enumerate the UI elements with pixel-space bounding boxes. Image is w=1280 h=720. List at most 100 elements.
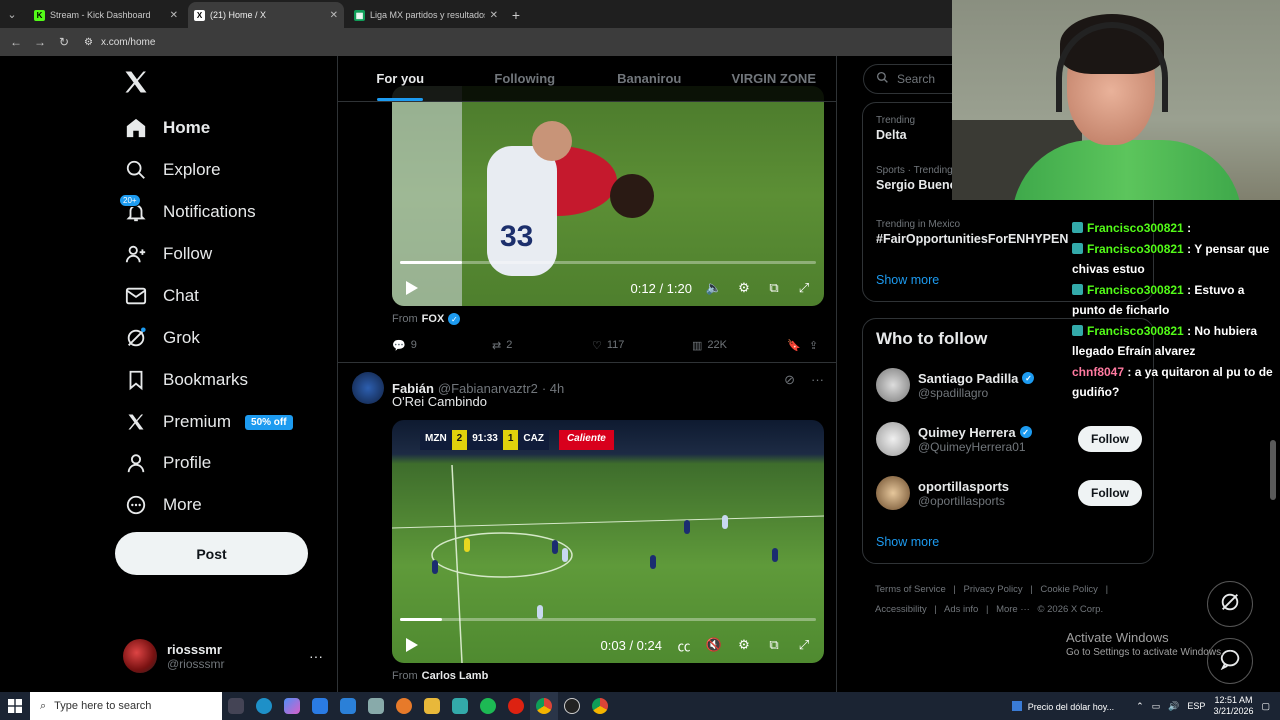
video-progress-bar[interactable] <box>400 618 816 621</box>
browser-tab-ligamx[interactable]: ▦ Liga MX partidos y resultados 2 ✕ <box>348 2 504 28</box>
close-tab-icon[interactable]: ✕ <box>170 10 178 21</box>
accessibility-link[interactable]: Accessibility <box>875 604 927 615</box>
trend-item[interactable]: Sports · Trending Sergio Bueno <box>876 165 957 192</box>
file-explorer-icon[interactable] <box>418 692 446 720</box>
chrome-icon[interactable] <box>530 692 558 720</box>
browser-tab-kick[interactable]: K Stream - Kick Dashboard ✕ <box>28 2 184 28</box>
spotify-icon[interactable] <box>474 692 502 720</box>
account-switcher[interactable]: riosssmr @riosssmr ··· <box>123 638 323 674</box>
post-video-player[interactable]: 33 0:12 / 1:20 🔈 ⚙ ⧉ ⤢ <box>392 86 824 306</box>
page-scrollbar[interactable] <box>1270 440 1276 500</box>
share-button[interactable]: ⇪ <box>809 339 818 352</box>
like-button[interactable]: ♡ 117 <box>592 339 692 352</box>
sidebar-item-more[interactable]: More <box>115 485 202 525</box>
sidebar-item-explore[interactable]: Explore <box>115 150 221 190</box>
close-tab-icon[interactable]: ✕ <box>330 10 338 21</box>
sidebar-item-grok[interactable]: Grok <box>115 318 200 358</box>
windows-start-icon[interactable] <box>0 692 30 720</box>
views-button[interactable]: ▥ 22K <box>692 339 787 352</box>
settings-gear-icon[interactable]: ⚙ <box>736 280 752 296</box>
bookmark-button[interactable]: 🔖 <box>787 339 809 352</box>
source-name[interactable]: Carlos Lamb <box>422 670 489 682</box>
trend-item[interactable]: Trending in Mexico #FairOpportunitiesFor… <box>876 219 1068 246</box>
task-view-icon[interactable] <box>222 692 250 720</box>
video-progress-bar[interactable] <box>400 261 816 264</box>
browser-tab-x-home[interactable]: X (21) Home / X ✕ <box>188 2 344 28</box>
reply-button[interactable]: 💬 9 <box>392 339 492 352</box>
follow-button[interactable]: Follow <box>1078 426 1142 452</box>
store-icon[interactable] <box>334 692 362 720</box>
sidebar-item-profile[interactable]: Profile <box>115 443 211 483</box>
tab-bananirou[interactable]: Bananirou <box>587 56 712 101</box>
clock[interactable]: 12:51 AM 3/21/2026 <box>1213 695 1253 717</box>
privacy-link[interactable]: Privacy Policy <box>964 584 1023 595</box>
more-dots-icon[interactable]: ··· <box>811 372 824 404</box>
news-widget[interactable]: Precio del dólar hoy... <box>1011 700 1114 712</box>
notification-center-icon[interactable]: ▢ <box>1261 701 1270 712</box>
forward-arrow-icon[interactable]: → <box>30 32 50 52</box>
source-name[interactable]: FOX <box>422 313 445 325</box>
tab-following[interactable]: Following <box>463 56 588 101</box>
sidebar-item-bookmarks[interactable]: Bookmarks <box>115 360 248 400</box>
url-field[interactable]: ⚙ x.com/home <box>84 32 952 52</box>
show-more-link[interactable]: Show more <box>876 273 939 287</box>
volume-icon[interactable]: 🔊 <box>1168 701 1179 712</box>
muted-volume-icon[interactable]: 🔇 <box>706 637 722 653</box>
repost-button[interactable]: ⇄ 2 <box>492 339 592 352</box>
fullscreen-icon[interactable]: ⤢ <box>796 280 812 296</box>
volume-icon[interactable]: 🔈 <box>706 280 722 296</box>
sidebar-item-home[interactable]: Home <box>115 108 210 148</box>
post-video-player[interactable]: MZN 2 91:33 1 CAZ Caliente 0:03 / 0:24 ㏄… <box>392 420 824 663</box>
settings-gear-icon[interactable]: ⚙ <box>736 637 752 653</box>
follow-suggestion[interactable]: oportillasports @oportillasports Follow <box>876 475 1142 511</box>
app-icon[interactable] <box>446 692 474 720</box>
sidebar-item-follow[interactable]: Follow <box>115 234 212 274</box>
sidebar-item-premium[interactable]: Premium 50% off <box>115 402 293 442</box>
back-arrow-icon[interactable]: ← <box>6 32 26 52</box>
ads-info-link[interactable]: Ads info <box>944 604 978 615</box>
network-icon[interactable]: ▭ <box>1152 701 1161 712</box>
opera-icon[interactable] <box>502 692 530 720</box>
trend-item[interactable]: Trending Delta <box>876 115 915 142</box>
fullscreen-icon[interactable]: ⤢ <box>796 637 812 653</box>
user-name: Quimey Herrera <box>918 424 1016 440</box>
captions-icon[interactable]: ㏄ <box>676 637 692 654</box>
post-time[interactable]: · 4h <box>542 381 564 396</box>
follow-button[interactable]: Follow <box>1078 480 1142 506</box>
post-button[interactable]: Post <box>115 532 308 575</box>
edge-icon[interactable] <box>250 692 278 720</box>
url-text: x.com/home <box>100 36 156 48</box>
site-info-icon[interactable]: ⚙ <box>84 37 93 48</box>
grok-explain-icon[interactable]: ⊘ <box>784 372 795 404</box>
follow-suggestion[interactable]: Quimey Herrera ✓ @QuimeyHerrera01 Follow <box>876 421 1142 457</box>
tab-virgin-zone[interactable]: VIRGIN ZONE <box>712 56 837 101</box>
pip-icon[interactable]: ⧉ <box>766 280 782 296</box>
pip-icon[interactable]: ⧉ <box>766 637 782 653</box>
sidebar-item-chat[interactable]: Chat <box>115 276 199 316</box>
tab-for-you[interactable]: For you <box>338 56 463 101</box>
more-link[interactable]: More ··· <box>996 604 1030 615</box>
more-dots-icon[interactable]: ··· <box>309 648 323 664</box>
terms-link[interactable]: Terms of Service <box>875 584 946 595</box>
show-more-link[interactable]: Show more <box>876 535 939 549</box>
x-logo-icon[interactable] <box>122 68 152 98</box>
avatar[interactable] <box>352 372 384 404</box>
mail-app-icon[interactable] <box>306 692 334 720</box>
language-indicator[interactable]: ESP <box>1187 701 1205 711</box>
tray-chevron-icon[interactable]: ⌃ <box>1136 701 1144 712</box>
play-icon[interactable] <box>404 280 420 296</box>
firefox-icon[interactable] <box>390 692 418 720</box>
chrome-icon[interactable] <box>586 692 614 720</box>
taskbar-search-input[interactable]: ⌕ Type here to search <box>30 692 222 720</box>
cookie-link[interactable]: Cookie Policy <box>1040 584 1098 595</box>
obs-icon[interactable] <box>558 692 586 720</box>
tab-search-chevron-icon[interactable]: ⌄ <box>0 0 24 28</box>
close-tab-icon[interactable]: ✕ <box>490 10 498 21</box>
reload-icon[interactable]: ↻ <box>54 32 74 52</box>
grok-floating-button[interactable] <box>1207 581 1253 627</box>
vscode-icon[interactable] <box>362 692 390 720</box>
sidebar-item-notifications[interactable]: 20+ Notifications <box>115 192 256 232</box>
new-tab-plus-icon[interactable]: + <box>504 2 528 28</box>
play-icon[interactable] <box>404 637 420 653</box>
copilot-icon[interactable] <box>278 692 306 720</box>
